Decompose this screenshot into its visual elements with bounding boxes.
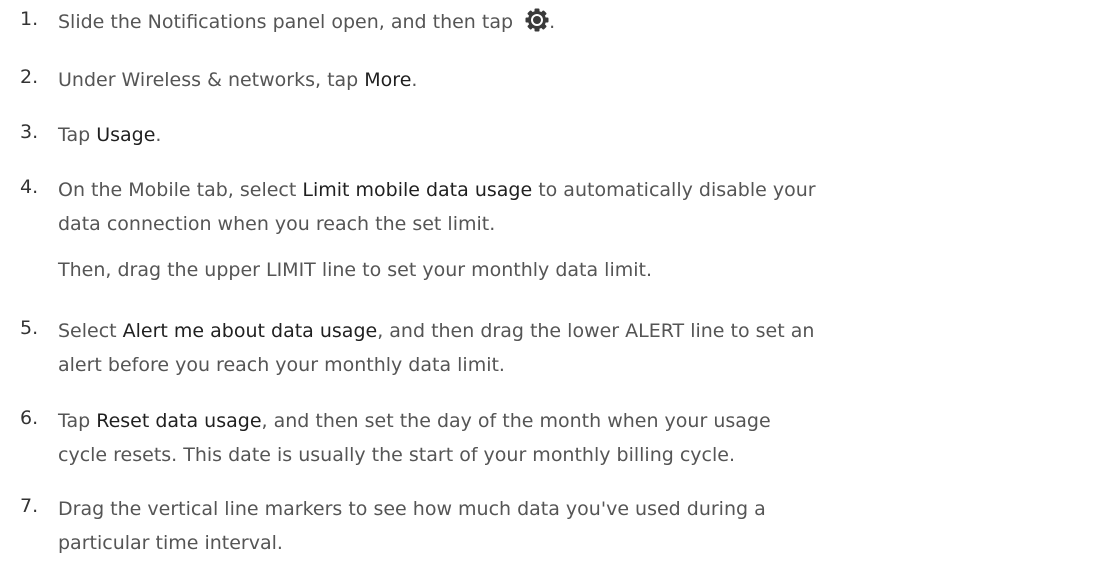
text-line: alert before you reach your monthly data… xyxy=(58,348,1108,382)
text-line: Tap Reset data usage, and then set the d… xyxy=(58,404,1108,438)
text-segment: alert before you reach your monthly data… xyxy=(58,354,505,376)
text-line: particular time interval. xyxy=(58,526,1108,560)
text-segment: particular time interval. xyxy=(58,532,283,554)
ui-term: More xyxy=(364,69,412,91)
step-number: 3. xyxy=(20,121,39,143)
text-line: Select Alert me about data usage, and th… xyxy=(58,314,1108,348)
ui-term: Alert me about data usage xyxy=(122,320,378,342)
text-segment: data connection when you reach the set l… xyxy=(58,213,496,235)
ui-term: Reset data usage xyxy=(96,410,262,432)
text-segment: On the Mobile tab, select xyxy=(58,179,303,201)
step-text: Drag the vertical line markers to see ho… xyxy=(58,492,1108,560)
step-text: Under Wireless & networks, tap More. xyxy=(58,63,1108,97)
text-segment: Under Wireless & networks, tap xyxy=(58,69,365,91)
text-segment: Slide the Notifications panel open, and … xyxy=(58,11,520,33)
text-segment: Tap xyxy=(58,410,97,432)
step-text: Tap Reset data usage, and then set the d… xyxy=(58,404,1108,472)
text-segment: Drag the vertical line markers to see ho… xyxy=(58,498,766,520)
ui-term: Usage xyxy=(96,124,156,146)
ui-term: Limit mobile data usage xyxy=(302,179,533,201)
text-segment: . xyxy=(411,69,418,91)
step-number: 5. xyxy=(20,317,39,339)
step-number: 2. xyxy=(20,66,39,88)
gear-icon xyxy=(525,8,549,43)
text-line: Slide the Notifications panel open, and … xyxy=(58,5,1108,43)
step-text: Tap Usage. xyxy=(58,118,1108,152)
text-segment: . xyxy=(155,124,162,146)
text-line: Under Wireless & networks, tap More. xyxy=(58,63,1108,97)
step-number: 4. xyxy=(20,176,39,198)
instructions-document: 1. Slide the Notifications panel open, a… xyxy=(0,0,1111,563)
step-text: On the Mobile tab, select Limit mobile d… xyxy=(58,173,1108,287)
text-segment: Tap xyxy=(58,124,97,146)
text-line: Tap Usage. xyxy=(58,118,1108,152)
text-line: Drag the vertical line markers to see ho… xyxy=(58,492,1108,526)
text-segment: , and then set the day of the month when… xyxy=(261,410,771,432)
text-segment: Select xyxy=(58,320,123,342)
step-text: Slide the Notifications panel open, and … xyxy=(58,5,1108,43)
text-line: On the Mobile tab, select Limit mobile d… xyxy=(58,173,1108,207)
step-number: 7. xyxy=(20,495,39,517)
text-segment: cycle resets. This date is usually the s… xyxy=(58,444,735,466)
text-segment: , and then drag the lower ALERT line to … xyxy=(377,320,815,342)
step-note: Then, drag the upper LIMIT line to set y… xyxy=(58,253,1108,287)
step-number: 6. xyxy=(20,407,39,429)
text-segment: . xyxy=(549,11,556,33)
text-segment: to automatically disable your xyxy=(532,179,816,201)
step-text: Select Alert me about data usage, and th… xyxy=(58,314,1108,382)
step-number: 1. xyxy=(20,8,39,30)
text-segment: Then, drag the upper LIMIT line to set y… xyxy=(58,259,653,281)
text-line: cycle resets. This date is usually the s… xyxy=(58,438,1108,472)
text-line: data connection when you reach the set l… xyxy=(58,207,1108,241)
